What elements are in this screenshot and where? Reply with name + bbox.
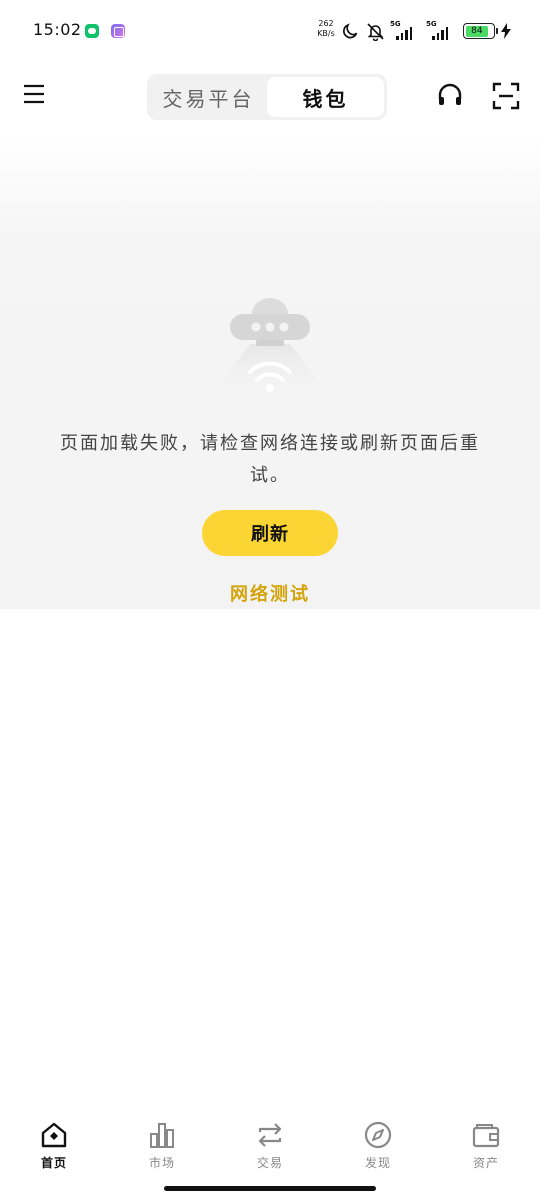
error-panel: 页面加载失败，请检查网络连接或刷新页面后重试。 刷新 网络测试 [0,132,540,609]
network-speed-unit: KB/s [317,29,335,38]
network-speed-value: 262 [318,19,334,28]
home-indicator[interactable] [164,1186,376,1191]
nav-item-assets[interactable]: 资产 [432,1110,540,1182]
nav-item-trade[interactable]: 交易 [216,1110,324,1182]
bottom-nav: 首页 市场 交易 发现 资产 [0,1110,540,1182]
nav-label-home: 首页 [40,1156,67,1170]
wechat-icon [85,24,99,38]
nav-item-market[interactable]: 市场 [108,1110,216,1182]
network-test-link[interactable]: 网络测试 [0,580,540,606]
chart-icon [150,1123,174,1148]
nav-item-home[interactable]: 首页 [0,1110,108,1182]
moon-icon [343,23,358,39]
refresh-button[interactable]: 刷新 [202,510,338,556]
nav-label-market: 市场 [148,1156,175,1170]
tab-wallet[interactable]: 钱包 [267,77,384,117]
mode-switch: 交易平台 钱包 [147,74,387,120]
battery-icon: 84 [463,23,498,39]
nav-item-discover[interactable]: 发现 [324,1110,432,1182]
bell-off-icon [367,23,384,41]
battery-level: 84 [471,26,483,36]
compass-icon [364,1121,392,1149]
wallet-icon [472,1124,500,1148]
network-speed: 262 KB/s [313,19,339,39]
status-bar: 15:02 262 KB/s 5G 5G 84 [0,0,540,62]
scan-icon[interactable] [492,82,520,110]
status-time: 15:02 [33,20,82,39]
game-icon [111,24,125,38]
charging-icon [501,23,511,39]
nav-label-trade: 交易 [256,1156,283,1170]
nav-label-assets: 资产 [472,1156,499,1170]
headset-icon[interactable] [436,82,464,110]
signal-icon: 5G [426,20,456,40]
signal-icon: 5G [390,20,420,40]
top-header: 交易平台 钱包 [0,62,540,132]
home-icon [41,1122,67,1148]
nav-label-discover: 发现 [364,1156,391,1170]
error-message: 页面加载失败，请检查网络连接或刷新页面后重试。 [60,433,480,486]
menu-icon[interactable] [22,82,46,106]
network-error-robot-icon [210,298,330,397]
tab-exchange[interactable]: 交易平台 [150,77,267,117]
swap-icon [258,1123,282,1147]
